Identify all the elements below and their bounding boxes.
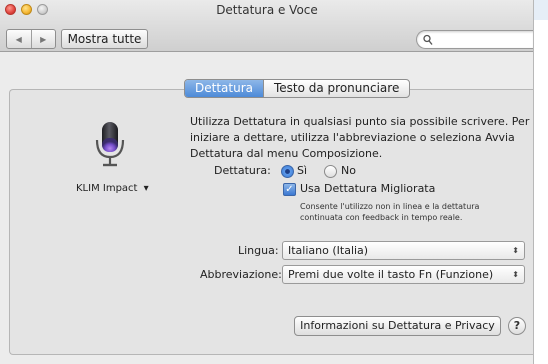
forward-arrow-icon: ▶	[40, 34, 47, 44]
back-forward-group: ◀ ▶	[6, 29, 56, 49]
search-input[interactable]	[416, 30, 533, 49]
preferences-window: Dettatura e Voce ◀ ▶ Mostra tutte Dettat…	[0, 0, 534, 364]
microphone-source-dropdown[interactable]: KLIM Impact ▾	[76, 183, 149, 194]
shortcut-select[interactable]: Premi due volte il tasto Fn (Funzione) ⬍	[282, 265, 525, 284]
dictation-off-radio[interactable]	[324, 165, 337, 178]
enhanced-dictation-checkbox[interactable]: ✓	[283, 183, 296, 196]
shortcut-label: Abbreviazione:	[200, 268, 282, 281]
select-arrows-icon: ⬍	[512, 246, 519, 255]
dictation-description: Utilizza Dettatura in qualsiasi punto si…	[190, 115, 530, 160]
dictation-on-label: Sì	[297, 164, 308, 177]
help-button[interactable]: ?	[508, 317, 526, 335]
enhanced-dictation-label: Usa Dettatura Migliorata	[300, 182, 436, 195]
search-icon	[423, 34, 433, 45]
microphone-icon	[95, 122, 125, 167]
shortcut-value: Premi due volte il tasto Fn (Funzione)	[288, 268, 494, 281]
dictation-off-label: No	[341, 164, 356, 177]
language-label: Lingua:	[238, 244, 279, 257]
language-select[interactable]: Italiano (Italia) ⬍	[282, 241, 525, 260]
chevron-down-icon: ▾	[143, 183, 149, 194]
language-value: Italiano (Italia)	[288, 244, 369, 257]
title-bar: Dettatura e Voce ◀ ▶ Mostra tutte	[0, 0, 533, 52]
dictation-on-radio[interactable]	[281, 165, 294, 178]
window-title: Dettatura e Voce	[216, 3, 318, 17]
tab-dictation[interactable]: Dettatura	[185, 80, 263, 97]
dictation-label: Dettatura:	[214, 164, 271, 177]
select-arrows-icon: ⬍	[512, 270, 519, 279]
microphone-source-label: KLIM Impact	[76, 183, 138, 194]
back-button[interactable]: ◀	[7, 30, 31, 48]
dictation-privacy-button[interactable]: Informazioni su Dettatura e Privacy	[294, 316, 501, 336]
tab-bar: Dettatura Testo da pronunciare	[184, 79, 411, 98]
tab-speech[interactable]: Testo da pronunciare	[262, 80, 409, 97]
show-all-button[interactable]: Mostra tutte	[61, 29, 148, 49]
forward-button[interactable]: ▶	[30, 30, 56, 48]
back-arrow-icon: ◀	[15, 34, 22, 44]
enhanced-dictation-note: Consente l'utilizzo non in linea e la de…	[300, 202, 480, 222]
checkmark-icon: ✓	[285, 184, 294, 195]
